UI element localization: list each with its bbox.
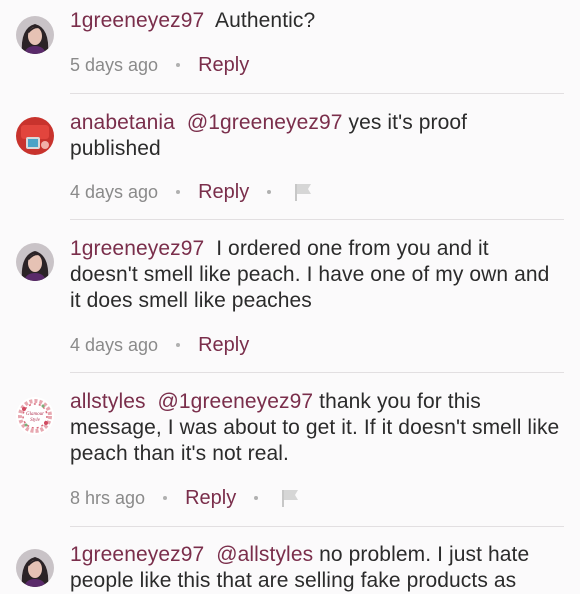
reply-button[interactable]: Reply bbox=[198, 181, 249, 204]
svg-text:Style: Style bbox=[30, 418, 40, 423]
avatar[interactable] bbox=[16, 243, 54, 281]
separator-dot bbox=[176, 190, 181, 194]
comment-text: 1greeneyez97 Authentic? bbox=[70, 8, 562, 34]
reply-button[interactable]: Reply bbox=[185, 487, 236, 510]
comment-text: 1greeneyez97 I ordered one from you and … bbox=[70, 236, 562, 314]
comment-username[interactable]: anabetania bbox=[70, 111, 175, 134]
comment-time: 8 hrs ago bbox=[70, 487, 146, 508]
separator-dot bbox=[176, 63, 181, 67]
separator-dot bbox=[267, 190, 272, 194]
divider bbox=[70, 372, 564, 373]
comment-time: 4 days ago bbox=[70, 181, 159, 202]
svg-text:Glamour: Glamour bbox=[26, 412, 44, 417]
avatar[interactable] bbox=[16, 16, 54, 54]
avatar[interactable]: Glamour Style bbox=[16, 397, 54, 435]
flag-icon[interactable] bbox=[293, 182, 313, 202]
comment-text: anabetania @1greeneyez97 yes it's proof … bbox=[70, 110, 562, 162]
flag-icon[interactable] bbox=[280, 488, 300, 508]
comment-meta: 8 hrs ago Reply bbox=[70, 484, 300, 512]
separator-dot bbox=[254, 496, 259, 500]
comment-mention[interactable]: @allstyles bbox=[216, 543, 313, 566]
comment-time: 4 days ago bbox=[70, 334, 159, 355]
divider bbox=[70, 219, 564, 220]
comment-body: Authentic? bbox=[215, 9, 316, 32]
comment-meta: 5 days ago Reply bbox=[70, 51, 249, 79]
divider bbox=[70, 93, 564, 94]
separator-dot bbox=[176, 343, 181, 347]
comment-meta: 4 days ago Reply bbox=[70, 178, 313, 206]
avatar[interactable] bbox=[16, 549, 54, 587]
comment-time: 5 days ago bbox=[70, 54, 159, 75]
comment-username[interactable]: 1greeneyez97 bbox=[70, 237, 204, 260]
comment-mention[interactable]: @1greeneyez97 bbox=[187, 111, 343, 134]
comment-username[interactable]: 1greeneyez97 bbox=[70, 9, 204, 32]
comment-mention[interactable]: @1greeneyez97 bbox=[157, 390, 313, 413]
divider bbox=[70, 526, 564, 527]
comment-text: allstyles @1greeneyez97 thank you for th… bbox=[70, 389, 562, 467]
comment-text: 1greeneyez97 @allstyles no problem. I ju… bbox=[70, 542, 562, 594]
avatar[interactable] bbox=[16, 117, 54, 155]
comment-username[interactable]: allstyles bbox=[70, 390, 146, 413]
reply-button[interactable]: Reply bbox=[198, 334, 249, 357]
separator-dot bbox=[163, 496, 168, 500]
reply-button[interactable]: Reply bbox=[198, 54, 249, 77]
comment-username[interactable]: 1greeneyez97 bbox=[70, 543, 204, 566]
comment-meta: 4 days ago Reply bbox=[70, 331, 249, 359]
